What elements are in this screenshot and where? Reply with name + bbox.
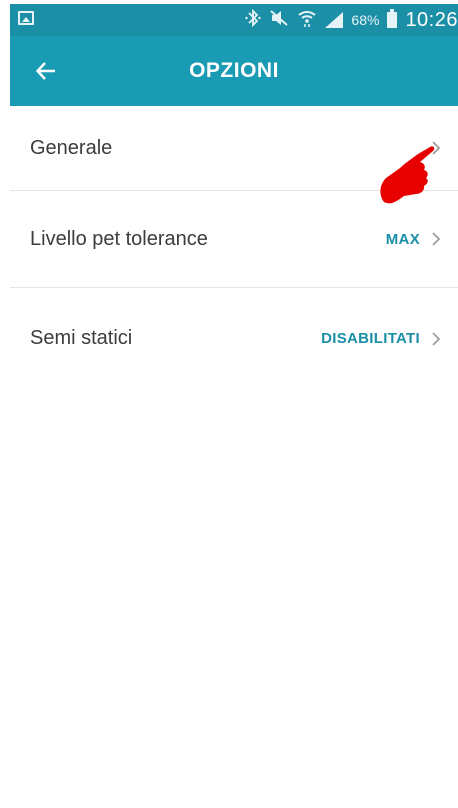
chevron-right-icon [430,229,442,249]
screen: 68% 10:26 OPZIONI Generale Livello pet t… [10,4,458,808]
settings-item-semi-statici[interactable]: Semi statici DISABILITATI [10,288,458,389]
settings-item-value: DISABILITATI [321,330,420,347]
bluetooth-icon [245,8,262,31]
status-bar: 68% 10:26 [10,4,458,36]
battery-icon [387,9,398,28]
image-icon [18,11,34,25]
wifi-icon [297,8,317,32]
clock: 10:26 [405,8,458,31]
mute-icon [269,9,289,31]
page-title: OPZIONI [189,59,279,82]
pointing-hand-icon [380,146,435,204]
battery-percent: 68% [351,12,380,28]
settings-item-label: Generale [30,136,113,159]
signal-icon [325,12,344,28]
settings-item-label: Semi statici [30,327,133,349]
back-button[interactable] [26,53,66,89]
chevron-right-icon [430,329,442,349]
settings-item-label: Livello pet tolerance [30,227,208,250]
app-bar: OPZIONI [10,36,458,106]
settings-item-value: MAX [385,230,420,248]
arrow-left-icon [35,62,55,80]
